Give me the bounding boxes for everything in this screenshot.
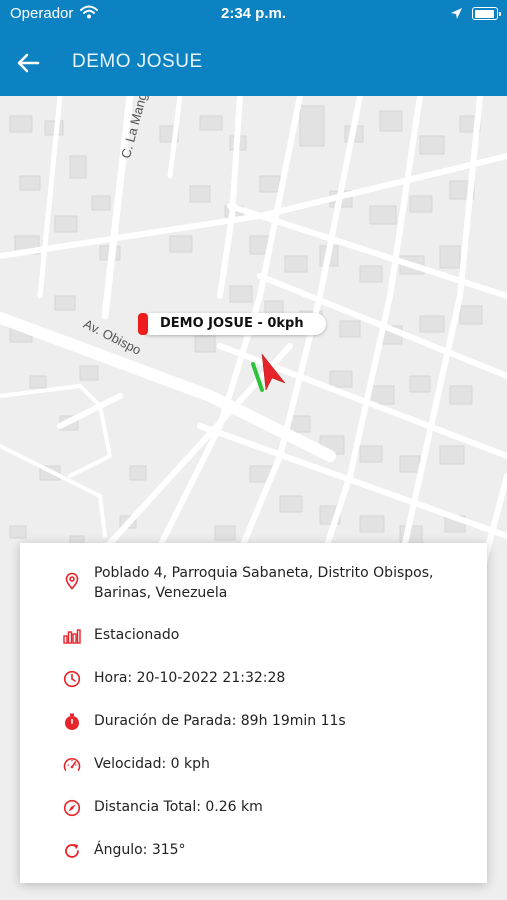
status-bar: Operador 2:34 p.m. xyxy=(0,0,507,30)
clock: 2:34 p.m. xyxy=(220,5,287,22)
page-title: DEMO JOSUE xyxy=(72,51,203,72)
location-pin-icon xyxy=(65,572,79,590)
detail-status: Estacionado xyxy=(20,625,487,647)
detail-address: Poblado 4, Parroquia Sabaneta, Distrito … xyxy=(20,563,487,607)
detail-status-text: Estacionado xyxy=(94,627,180,643)
clock-icon xyxy=(63,670,81,688)
detail-angle-text: Ángulo: 315° xyxy=(94,842,186,858)
detail-time: Hora: 20-10-2022 21:32:28 xyxy=(20,668,487,690)
vehicle-details-card: Poblado 4, Parroquia Sabaneta, Distrito … xyxy=(20,543,487,883)
location-arrow-icon xyxy=(451,8,462,19)
detail-speed: Velocidad: 0 kph xyxy=(20,754,487,776)
arrow-left-icon xyxy=(17,53,40,73)
vehicle-label[interactable]: DEMO JOSUE - 0kph xyxy=(138,313,326,335)
detail-distance-text: Distancia Total: 0.26 km xyxy=(94,799,263,815)
detail-speed-text: Velocidad: 0 kph xyxy=(94,756,210,772)
vehicle-label-marker xyxy=(138,313,148,335)
back-button[interactable] xyxy=(14,48,44,78)
detail-stop-duration-text: Duración de Parada: 89h 19min 11s xyxy=(94,713,346,729)
vehicle-label-text: DEMO JOSUE - 0kph xyxy=(160,316,304,331)
battery-icon xyxy=(472,7,501,20)
rotate-icon xyxy=(65,843,79,858)
detail-distance: Distancia Total: 0.26 km xyxy=(20,797,487,819)
app-bar: DEMO JOSUE xyxy=(0,30,507,96)
compass-icon xyxy=(63,799,81,817)
detail-time-text: Hora: 20-10-2022 21:32:28 xyxy=(94,670,286,686)
battery-fill xyxy=(474,9,494,18)
bar-chart-icon xyxy=(63,629,81,644)
battery-nub xyxy=(499,11,501,16)
speedometer-icon xyxy=(63,757,81,771)
stopwatch-icon xyxy=(65,713,79,730)
detail-angle: Ángulo: 315° xyxy=(20,840,487,862)
detail-address-text: Poblado 4, Parroquia Sabaneta, Distrito … xyxy=(94,565,434,601)
detail-stop-duration: Duración de Parada: 89h 19min 11s xyxy=(20,711,487,733)
